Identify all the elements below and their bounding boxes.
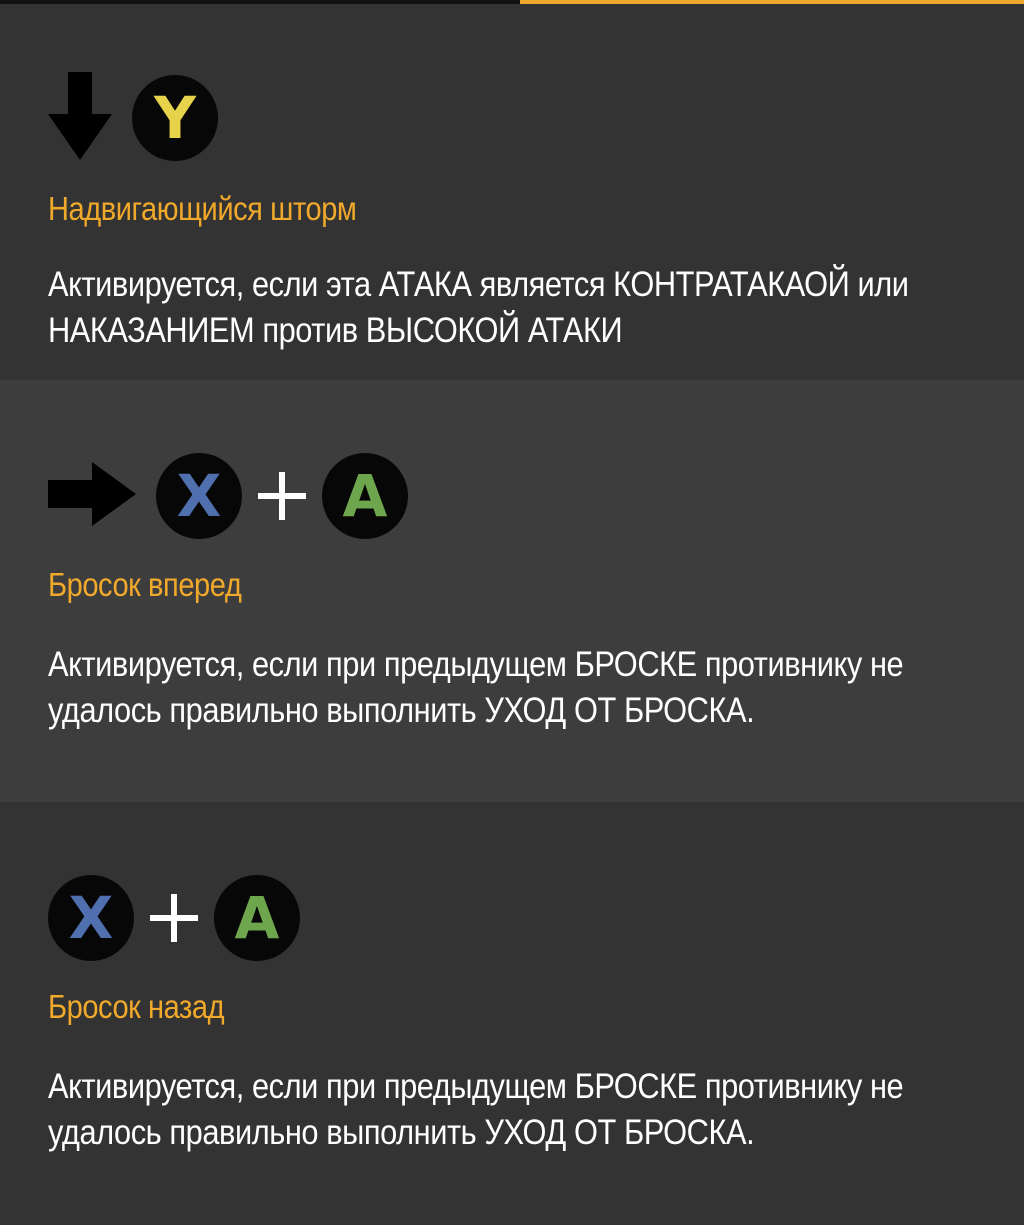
arrow-right-icon <box>48 461 136 531</box>
move-description: Активируется, если при предыдущем БРОСКЕ… <box>48 645 904 730</box>
a-button-icon: A <box>322 453 408 539</box>
a-button-icon: A <box>214 875 300 961</box>
x-button-icon: X <box>48 875 134 961</box>
move-name: Бросок вперед <box>48 566 242 603</box>
plus-icon <box>146 890 202 946</box>
move-name: Бросок назад <box>48 988 225 1025</box>
arrow-down-icon <box>48 71 112 165</box>
button-combo: X A <box>48 450 408 542</box>
move-card: X A Бросок вперед Активируется, если при… <box>0 380 1024 802</box>
move-card: X A Бросок назад Активируется, если при … <box>0 802 1024 1225</box>
move-description: Активируется, если при предыдущем БРОСКЕ… <box>48 1067 904 1152</box>
move-name: Надвигающийся шторм <box>48 190 357 227</box>
y-button-icon: Y <box>132 75 218 161</box>
plus-icon <box>254 468 310 524</box>
move-card: Y Надвигающийся шторм Активируется, если… <box>0 4 1024 380</box>
button-combo: X A <box>48 872 300 964</box>
move-description: Активируется, если эта АТАКА является КО… <box>48 265 909 350</box>
button-combo: Y <box>48 71 218 165</box>
x-button-icon: X <box>156 453 242 539</box>
